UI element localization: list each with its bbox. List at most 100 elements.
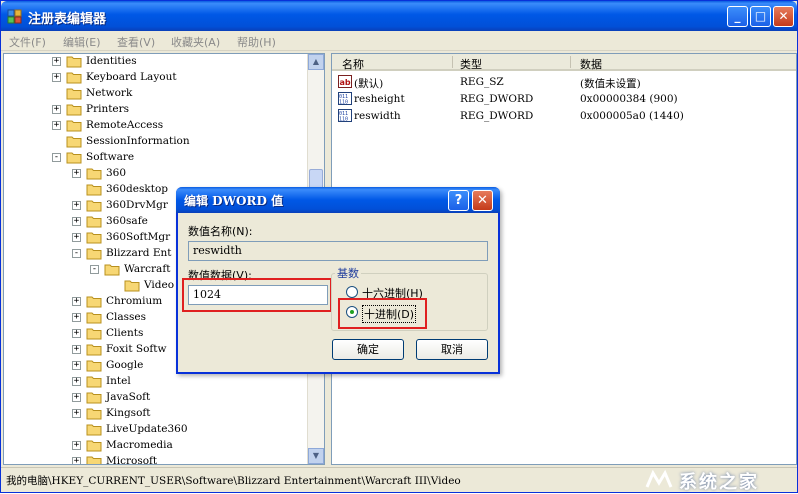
expand-icon[interactable]: + (72, 345, 81, 354)
scroll-down-icon[interactable]: ▼ (308, 448, 324, 464)
expand-icon[interactable]: + (72, 233, 81, 242)
menu-edit[interactable]: 编辑(E) (63, 34, 101, 50)
expand-icon[interactable]: + (72, 457, 81, 464)
expand-icon[interactable]: + (52, 57, 61, 66)
expand-icon[interactable]: + (72, 201, 81, 210)
list-header: 名称 类型 数据 (332, 54, 796, 72)
folder-icon (86, 408, 102, 420)
folder-icon (104, 264, 120, 276)
menu-bar: 文件(F) 编辑(E) 查看(V) 收藏夹(A) 帮助(H) (1, 31, 797, 51)
binary-value-icon: 011110 (338, 109, 352, 122)
edit-dword-dialog: 编辑 DWORD 值 ? ✕ 数值名称(N): reswidth 数值数据(V)… (176, 187, 500, 374)
value-data: (数值未设置) (580, 78, 641, 90)
regedit-window: 注册表编辑器 _ □ ✕ 文件(F) 编辑(E) 查看(V) 收藏夹(A) 帮助… (0, 0, 798, 493)
status-path: 我的电脑\HKEY_CURRENT_USER\Software\Blizzard… (6, 475, 461, 487)
value-row[interactable]: ab (默认) REG_SZ (数值未设置) (332, 74, 796, 90)
column-data[interactable]: 数据 (580, 56, 602, 72)
tree-item-label: Macromedia (106, 439, 173, 451)
folder-icon (86, 360, 102, 372)
folder-icon (86, 296, 102, 308)
value-type: REG_DWORD (460, 110, 534, 122)
expand-icon[interactable]: + (52, 105, 61, 114)
dialog-title-bar[interactable]: 编辑 DWORD 值 ? ✕ (176, 187, 500, 213)
folder-icon (86, 216, 102, 228)
menu-view[interactable]: 查看(V) (117, 34, 155, 50)
help-button[interactable]: ? (448, 190, 469, 211)
expand-icon[interactable]: + (72, 217, 81, 226)
folder-icon (86, 200, 102, 212)
folder-icon (66, 72, 82, 84)
tree-item-label: Microsoft (106, 455, 158, 465)
folder-icon (86, 424, 102, 436)
tree-item-label: JavaSoft (106, 391, 151, 403)
tree-item-label: Clients (106, 327, 144, 339)
value-name: reswidth (354, 110, 401, 122)
binary-value-icon: 011110 (338, 92, 352, 105)
expand-icon[interactable]: + (72, 393, 81, 402)
folder-icon (66, 104, 82, 116)
expand-icon[interactable]: + (72, 169, 81, 178)
regedit-icon (7, 9, 22, 24)
column-type[interactable]: 类型 (460, 56, 482, 72)
folder-icon (86, 328, 102, 340)
folder-icon (66, 136, 82, 148)
menu-file[interactable]: 文件(F) (9, 34, 46, 50)
cancel-button[interactable]: 取消 (416, 339, 488, 360)
highlight-decimal-box (338, 298, 427, 329)
status-bar: 我的电脑\HKEY_CURRENT_USER\Software\Blizzard… (1, 467, 797, 493)
expand-icon[interactable]: + (72, 441, 81, 450)
menu-help[interactable]: 帮助(H) (237, 34, 276, 50)
svg-text:ab: ab (340, 78, 351, 87)
folder-icon (86, 440, 102, 452)
folder-icon (66, 56, 82, 68)
maximize-button[interactable]: □ (750, 6, 771, 27)
expand-icon[interactable]: + (72, 377, 81, 386)
tree-item-label: Printers (86, 103, 130, 115)
value-type: REG_DWORD (460, 93, 534, 105)
value-name: (默认) (354, 78, 384, 90)
close-button[interactable]: ✕ (773, 6, 794, 27)
tree-item-label: Warcraft (124, 263, 171, 275)
svg-text:110: 110 (339, 100, 348, 106)
menu-favorites[interactable]: 收藏夹(A) (171, 34, 220, 50)
folder-icon (86, 248, 102, 260)
tree-item-label: RemoteAccess (86, 119, 164, 131)
expand-icon[interactable]: + (72, 329, 81, 338)
dialog-close-button[interactable]: ✕ (472, 190, 493, 211)
folder-icon (86, 456, 102, 464)
ok-button[interactable]: 确定 (332, 339, 404, 360)
value-name-field: reswidth (188, 241, 488, 261)
collapse-icon[interactable]: - (72, 249, 81, 258)
collapse-icon[interactable]: - (90, 265, 99, 274)
minimize-button[interactable]: _ (727, 6, 748, 27)
expand-icon[interactable]: + (72, 313, 81, 322)
tree-item-label: 360DrvMgr (106, 199, 168, 211)
collapse-icon[interactable]: - (52, 153, 61, 162)
scroll-up-icon[interactable]: ▲ (308, 54, 324, 70)
tree-item-label: Intel (106, 375, 131, 387)
string-value-icon: ab (338, 75, 352, 88)
highlight-data-box (182, 278, 332, 312)
tree-item-label: Blizzard Ent (106, 247, 172, 259)
value-data: 0x000005a0 (1440) (580, 110, 684, 122)
watermark-logo-icon (645, 469, 673, 488)
title-bar[interactable]: 注册表编辑器 _ □ ✕ (1, 1, 797, 31)
value-row[interactable]: 011 110 reswidth REG_DWORD 0x000005a0 (1440) (332, 108, 796, 124)
value-row[interactable]: 011 110 resheight REG_DWORD 0x00000384 (900) (332, 91, 796, 107)
folder-icon (124, 280, 140, 292)
expand-icon[interactable]: + (72, 409, 81, 418)
tree-item-label: Foxit Softw (106, 343, 167, 355)
folder-icon (66, 88, 82, 100)
tree-item-label: 360safe (106, 215, 148, 227)
tree-item-label: Video (144, 279, 175, 291)
tree-item-label: Google (106, 359, 144, 371)
folder-icon (86, 232, 102, 244)
expand-icon[interactable]: + (52, 121, 61, 130)
column-name[interactable]: 名称 (342, 56, 364, 72)
expand-icon[interactable]: + (72, 297, 81, 306)
tree-item-label: Keyboard Layout (86, 71, 177, 83)
expand-icon[interactable]: + (72, 361, 81, 370)
watermark: 系统之家 (641, 468, 791, 493)
expand-icon[interactable]: + (52, 73, 61, 82)
hex-radio[interactable] (346, 286, 358, 298)
